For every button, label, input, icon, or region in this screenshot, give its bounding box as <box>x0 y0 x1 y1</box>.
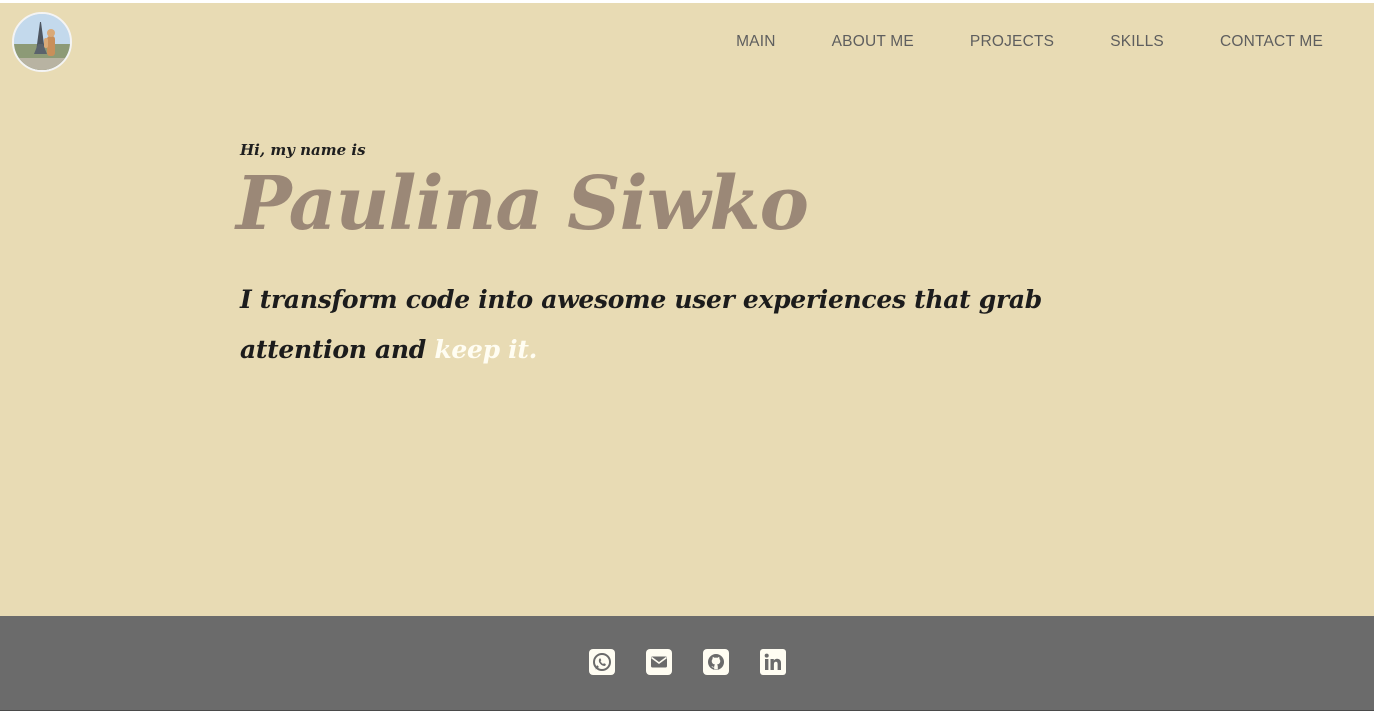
nav-item-main[interactable]: MAIN <box>736 33 776 51</box>
greeting-text: Hi, my name is <box>240 141 366 159</box>
hero-tagline: I transform code into awesome user exper… <box>240 275 1100 375</box>
tagline-main: I transform code into awesome user exper… <box>240 285 1042 364</box>
email-link[interactable] <box>646 649 672 675</box>
github-link[interactable] <box>703 649 729 675</box>
tagline-highlight: keep it. <box>434 335 538 364</box>
avatar-photo-icon <box>14 14 70 70</box>
linkedin-link[interactable] <box>760 649 786 675</box>
nav-item-about-me[interactable]: ABOUT ME <box>832 33 914 51</box>
nav-item-contact-me[interactable]: CONTACT ME <box>1220 33 1323 51</box>
email-icon <box>646 649 672 675</box>
linkedin-icon <box>760 649 786 675</box>
nav-item-skills[interactable]: SKILLS <box>1110 33 1164 51</box>
hero-section: Hi, my name is Paulina Siwko I transform… <box>236 141 1140 375</box>
avatar[interactable] <box>12 12 72 72</box>
whatsapp-icon <box>589 649 615 675</box>
site-footer <box>0 616 1374 711</box>
site-header: MAIN ABOUT ME PROJECTS SKILLS CONTACT ME <box>0 3 1374 83</box>
page: MAIN ABOUT ME PROJECTS SKILLS CONTACT ME… <box>0 0 1374 711</box>
hero-name: Paulina Siwko <box>236 161 809 247</box>
main-nav: MAIN ABOUT ME PROJECTS SKILLS CONTACT ME <box>736 33 1323 51</box>
github-icon <box>703 649 729 675</box>
nav-item-projects[interactable]: PROJECTS <box>970 33 1054 51</box>
social-links <box>589 649 786 675</box>
whatsapp-link[interactable] <box>589 649 615 675</box>
